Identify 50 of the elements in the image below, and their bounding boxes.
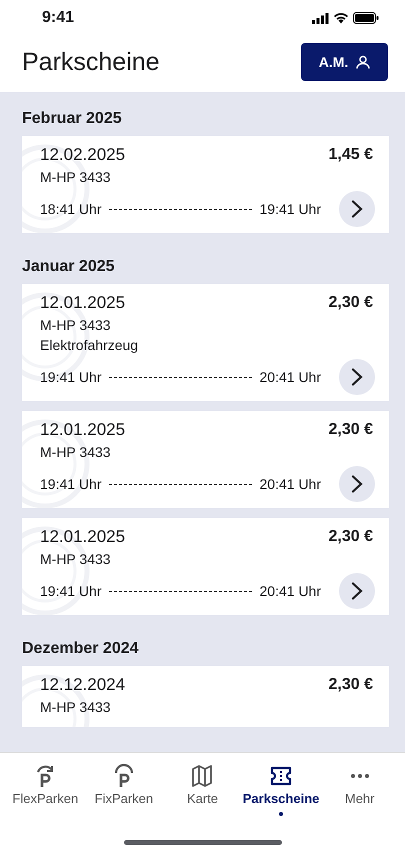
open-ticket-button[interactable]: [339, 359, 375, 395]
ticket-price: 2,30 €: [328, 527, 373, 547]
tab-bar-item[interactable]: Mehr: [320, 763, 399, 840]
open-ticket-button[interactable]: [339, 191, 375, 227]
tab-bar-item[interactable]: FlexParken: [6, 763, 85, 840]
chevron-right-icon: [351, 200, 363, 218]
license-plate: M-HP 3433: [40, 443, 112, 462]
end-time: 20:41 Uhr: [260, 582, 321, 600]
ticket-date: 12.01.2025: [40, 292, 126, 314]
battery-icon: [353, 12, 379, 24]
ticket-price: 2,30 €: [328, 420, 373, 440]
month-heading: Februar 2025: [22, 109, 123, 129]
ticket-date: 12.01.2025: [40, 419, 126, 441]
end-time: 20:41 Uhr: [260, 368, 321, 386]
license-plate: M-HP 3433: [40, 698, 112, 717]
open-ticket-button[interactable]: [339, 466, 375, 502]
ticket-price: 2,30 €: [328, 675, 373, 695]
start-time: 18:41 Uhr: [40, 200, 102, 218]
start-time: 19:41 Uhr: [40, 474, 102, 494]
end-time: 20:41 Uhr: [260, 474, 321, 494]
start-time: 19:41 Uhr: [40, 582, 102, 600]
map-icon: [190, 763, 214, 789]
vehicle-type: Elektrofahrzeug: [40, 336, 140, 355]
end-time: 19:41 Uhr: [260, 200, 321, 218]
tab-bar-item[interactable]: Karte: [163, 763, 242, 840]
license-plate: M-HP 3433: [40, 550, 112, 569]
license-plate: M-HP 3433: [40, 168, 112, 187]
user-icon: [356, 55, 370, 69]
month-heading: Dezember 2024: [22, 639, 140, 659]
chevron-right-icon: [351, 475, 363, 493]
ticket-date: 12.02.2025: [40, 144, 126, 166]
page-title: Parkscheine: [22, 47, 160, 77]
chevron-right-icon: [351, 582, 363, 600]
ticket-price: 1,45 €: [328, 145, 373, 165]
clock: 9:41: [42, 8, 74, 28]
month-heading: Januar 2025: [22, 257, 116, 277]
chevron-right-icon: [351, 368, 363, 386]
more-icon: [350, 773, 370, 779]
license-plate: M-HP 3433: [40, 316, 112, 335]
wifi-icon: [333, 12, 349, 24]
account-button[interactable]: A.M.: [301, 43, 388, 81]
start-time: 19:41 Uhr: [40, 368, 102, 386]
tab-bar-item[interactable]: FixParken: [84, 763, 164, 840]
signal-icon: [312, 12, 329, 24]
selected-dot-icon: [279, 812, 284, 816]
ticket-price: 2,30 €: [328, 293, 373, 313]
ticket-date: 12.01.2025: [40, 526, 126, 548]
ticket-date: 12.12.2024: [40, 674, 126, 696]
tab-bar-item[interactable]: Parkscheine: [242, 763, 320, 840]
open-ticket-button[interactable]: [339, 573, 375, 609]
